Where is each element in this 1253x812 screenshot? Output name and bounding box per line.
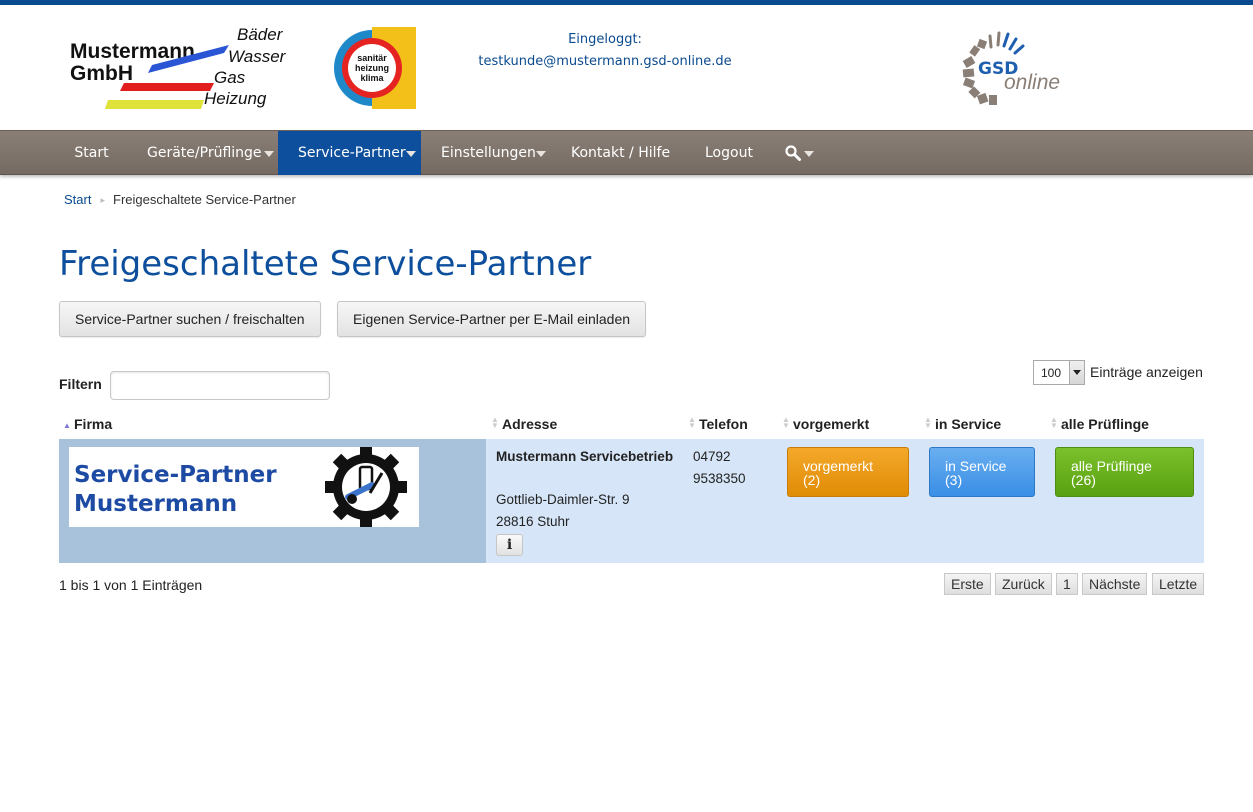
breadcrumb-home-link[interactable]: Start	[64, 192, 91, 207]
partner-street: Gottlieb-Daimler-Str. 9	[496, 492, 630, 507]
sort-icon: ▲ ▼	[1050, 415, 1058, 430]
partner-name: Mustermann Servicebetrieb	[496, 449, 674, 464]
pagination-prev[interactable]: Zurück	[995, 573, 1052, 595]
login-email: testkunde@mustermann.gsd-online.de	[478, 54, 732, 69]
column-header-vorgemerkt[interactable]: ▲ ▼ vorgemerkt	[782, 415, 869, 433]
partner-logo: Service-Partner Mustermann	[69, 447, 419, 527]
column-header-in-service[interactable]: ▲ ▼ in Service	[924, 415, 1001, 433]
search-partner-button[interactable]: Service-Partner suchen / freischalten	[59, 301, 321, 337]
breadcrumb-current: Freigeschaltete Service-Partner	[113, 192, 296, 207]
filter-input[interactable]	[110, 371, 330, 400]
sort-icon: ▲ ▼	[924, 415, 932, 430]
partner-phone-number: 9538350	[693, 471, 746, 486]
shk-badge-logo: sanitär heizung klima	[334, 27, 416, 109]
breadcrumb: Start ▸ Freigeschaltete Service-Partner	[64, 192, 296, 207]
svg-text:online: online	[1004, 71, 1060, 94]
nav-item-geraete[interactable]: Geräte/Prüflinge	[127, 131, 278, 175]
page-title: Freigeschaltete Service-Partner	[59, 244, 592, 284]
partner-city: 28816 Stuhr	[496, 514, 570, 529]
column-header-adresse[interactable]: ▲ ▼ Adresse	[491, 415, 557, 433]
info-icon: i	[506, 537, 513, 553]
svg-text:GmbH: GmbH	[70, 62, 133, 85]
login-info: Eingeloggt: testkunde@mustermann.gsd-onl…	[470, 29, 740, 73]
table-info: 1 bis 1 von 1 Einträgen	[59, 577, 203, 593]
header: Mustermann GmbH Bäder Wasser Gas Heizung…	[0, 5, 1253, 130]
column-header-telefon[interactable]: ▲ ▼ Telefon	[688, 415, 748, 433]
nav-item-kontakt[interactable]: Kontakt / Hilfe	[551, 131, 685, 175]
company-logo[interactable]: Mustermann GmbH Bäder Wasser Gas Heizung	[64, 25, 296, 115]
firma-cell: Service-Partner Mustermann	[59, 439, 486, 563]
nav-item-label: Einstellungen	[441, 145, 536, 161]
chevron-down-icon	[1069, 361, 1084, 384]
main-navigation: Start Geräte/Prüflinge Service-Partner E…	[0, 130, 1253, 175]
sort-icon: ▲ ▼	[491, 415, 499, 430]
svg-text:Heizung: Heizung	[204, 89, 267, 108]
column-header-alle-prueflinge[interactable]: ▲ ▼ alle Prüflinge	[1050, 415, 1149, 433]
in-service-button[interactable]: in Service (3)	[929, 447, 1035, 497]
entries-length-value: 100	[1041, 366, 1062, 380]
pagination-next[interactable]: Nächste	[1082, 573, 1148, 595]
login-label: Eingeloggt:	[568, 32, 642, 47]
chevron-down-icon	[536, 151, 546, 157]
sort-ascending-icon: ▲	[63, 421, 71, 430]
entries-length-label: Einträge anzeigen	[1090, 364, 1203, 380]
breadcrumb-separator-icon: ▸	[100, 195, 105, 205]
svg-text:Mustermann: Mustermann	[74, 491, 237, 517]
nav-item-label: Start	[74, 145, 109, 161]
svg-text:Gas: Gas	[214, 68, 246, 87]
svg-text:sanitär: sanitär	[357, 53, 387, 63]
svg-text:klima: klima	[360, 73, 384, 83]
nav-search[interactable]	[769, 131, 825, 175]
alle-prueflinge-button[interactable]: alle Prüflinge (26)	[1055, 447, 1194, 497]
chevron-down-icon	[264, 151, 274, 157]
svg-text:Wasser: Wasser	[228, 47, 287, 66]
sort-icon: ▲ ▼	[782, 415, 790, 430]
nav-item-label: Logout	[705, 145, 753, 161]
gsd-online-logo: GSD online	[962, 31, 1060, 105]
pagination-first[interactable]: Erste	[944, 573, 991, 595]
nav-item-logout[interactable]: Logout	[685, 131, 769, 175]
vorgemerkt-button[interactable]: vorgemerkt (2)	[787, 447, 909, 497]
table-row: Service-Partner Mustermann Mustermann Se…	[59, 439, 1204, 563]
info-button[interactable]: i	[496, 534, 523, 556]
partner-phone-area: 04792	[693, 449, 731, 464]
nav-item-start[interactable]: Start	[56, 131, 127, 175]
pagination-last[interactable]: Letzte	[1152, 573, 1205, 595]
nav-item-label: Kontakt / Hilfe	[571, 145, 671, 161]
svg-text:Bäder: Bäder	[237, 25, 284, 44]
invite-partner-button[interactable]: Eigenen Service-Partner per E-Mail einla…	[337, 301, 647, 337]
nav-item-einstellungen[interactable]: Einstellungen	[421, 131, 551, 175]
filter-label: Filtern	[59, 376, 102, 392]
sort-icon: ▲ ▼	[688, 415, 696, 430]
nav-item-label: Service-Partner	[298, 145, 406, 161]
chevron-down-icon	[406, 151, 416, 157]
nav-item-service-partner[interactable]: Service-Partner	[278, 131, 421, 175]
pagination-page-1[interactable]: 1	[1056, 573, 1078, 595]
svg-text:heizung: heizung	[355, 63, 389, 73]
entries-length-select[interactable]: 100	[1033, 360, 1085, 385]
search-icon	[785, 145, 801, 161]
svg-text:Service-Partner: Service-Partner	[74, 462, 277, 488]
chevron-down-icon	[804, 151, 814, 157]
nav-item-label: Geräte/Prüflinge	[147, 145, 262, 161]
column-header-firma[interactable]: ▲ Firma	[63, 416, 112, 432]
